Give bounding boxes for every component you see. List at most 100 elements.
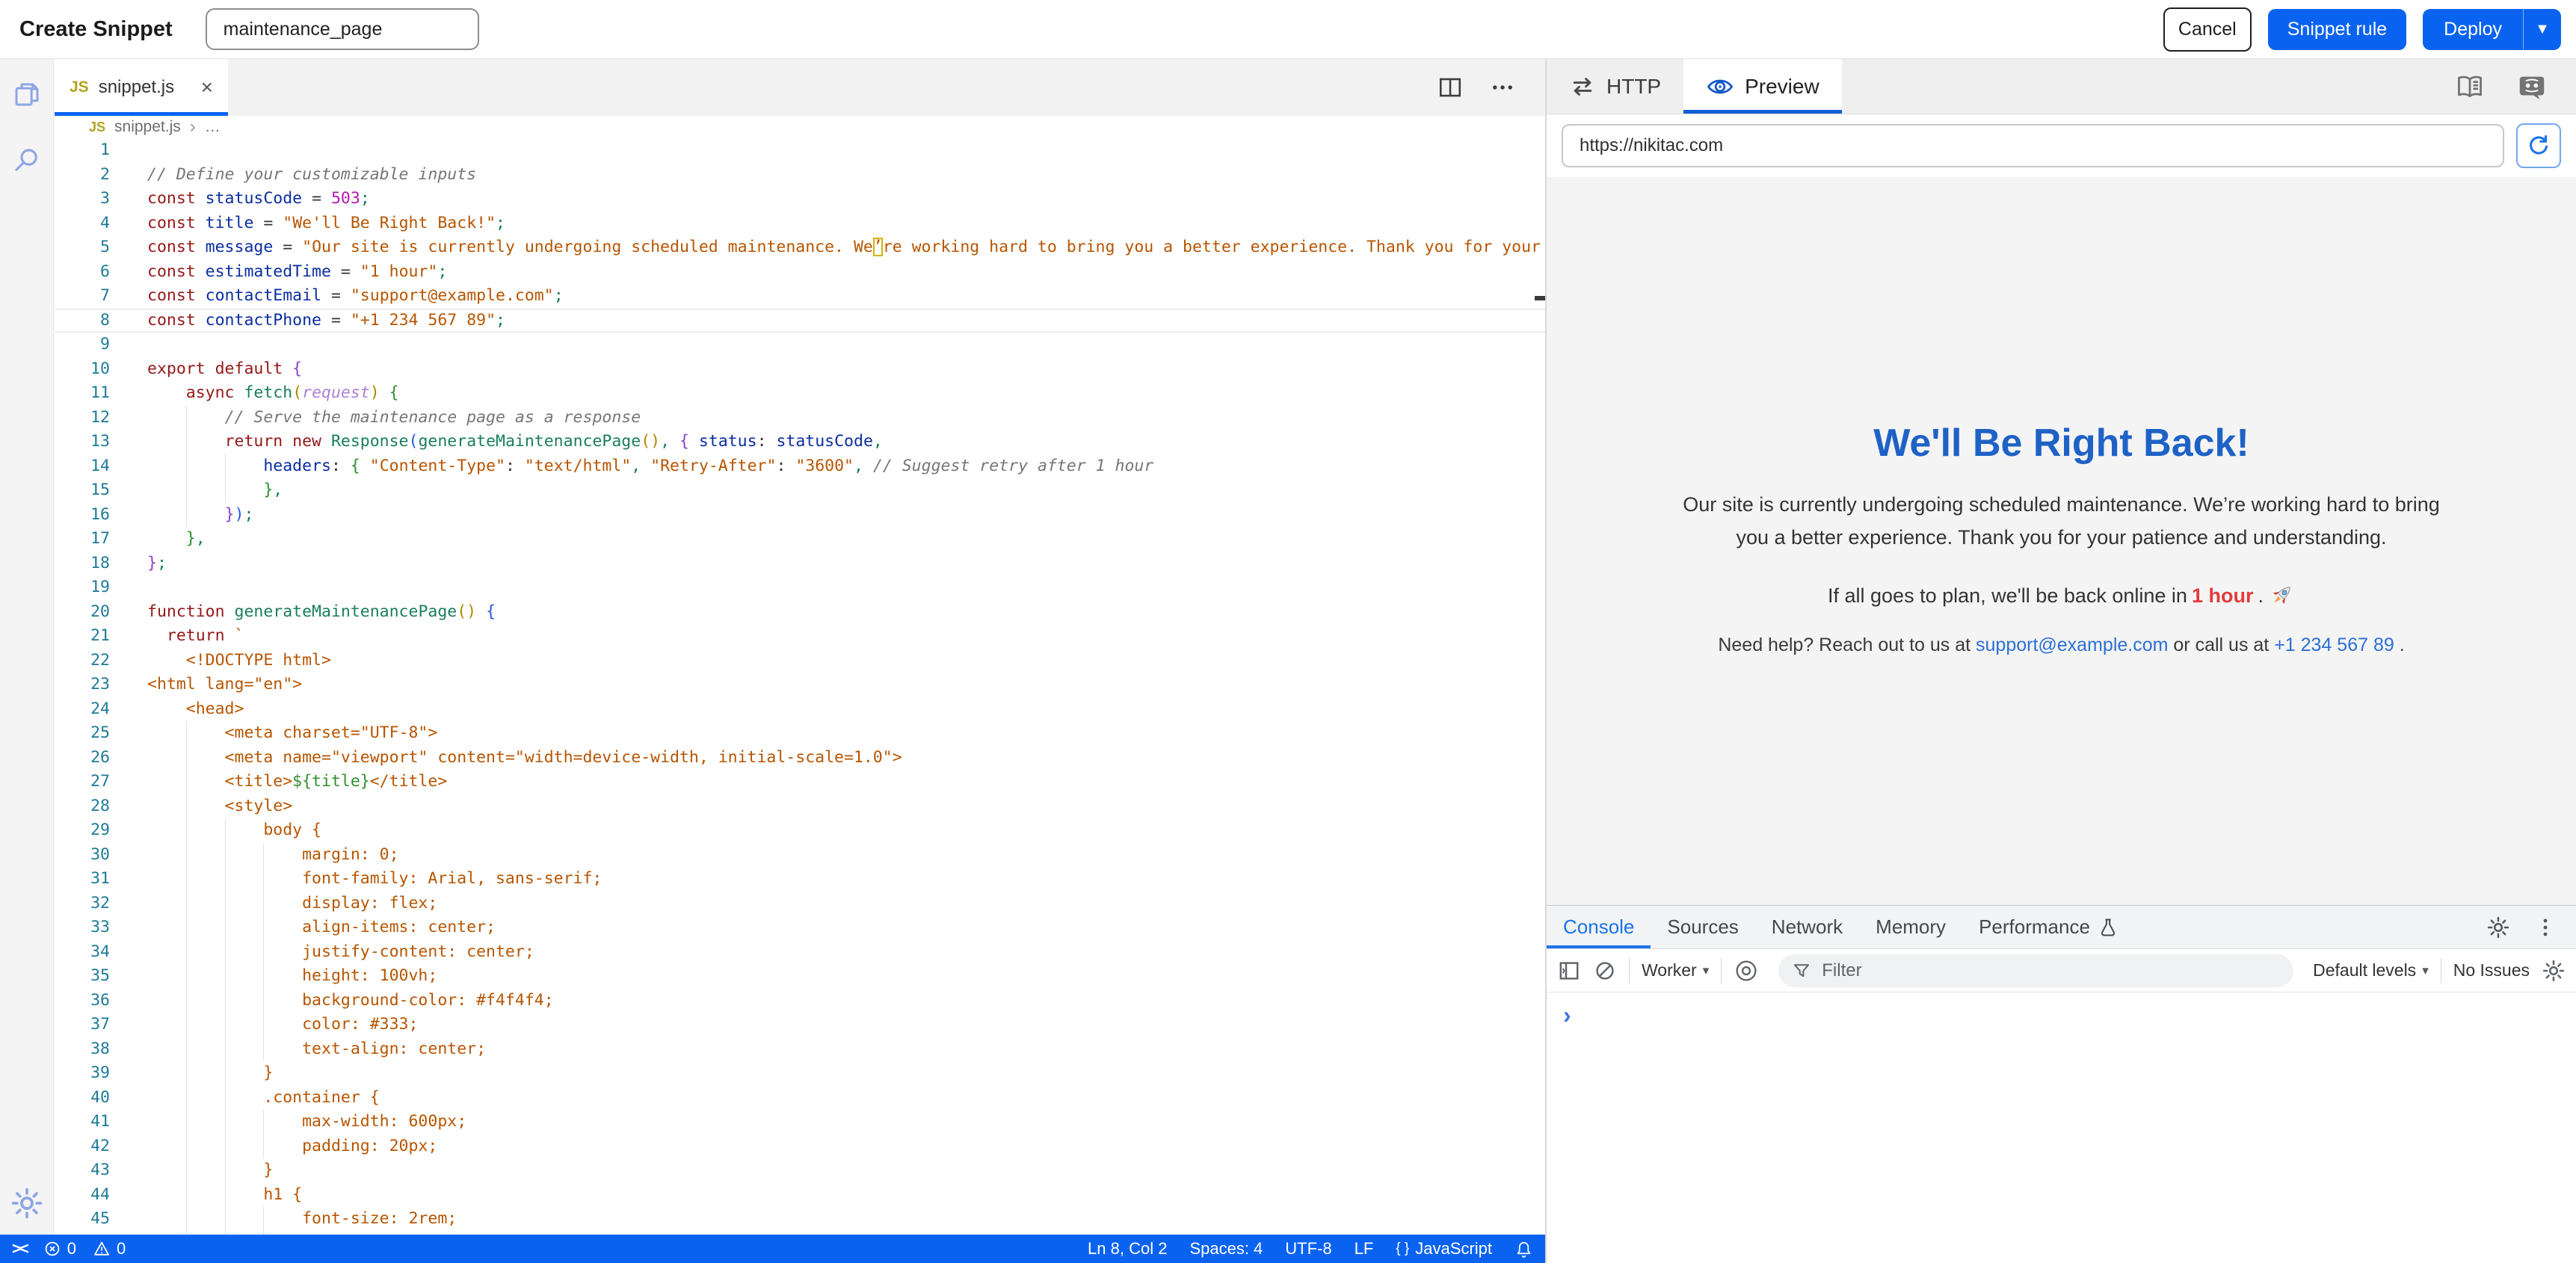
search-icon[interactable] — [11, 144, 43, 176]
deploy-dropdown-caret[interactable]: ▼ — [2523, 9, 2561, 50]
code-line[interactable]: 26 <meta name="viewport" content="width=… — [55, 746, 1545, 771]
discord-icon[interactable] — [2516, 71, 2548, 102]
issues-counter[interactable]: No Issues — [2453, 960, 2530, 981]
code-line[interactable]: 45 font-size: 2rem; — [55, 1207, 1545, 1232]
phone-link[interactable]: +1 234 567 89 — [2274, 634, 2394, 655]
code-line[interactable]: 11 async fetch(request) { — [55, 381, 1545, 406]
code-line[interactable]: 33 align-items: center; — [55, 915, 1545, 940]
devtools-settings-gear-icon[interactable] — [2486, 915, 2510, 939]
split-editor-icon[interactable] — [1438, 75, 1463, 100]
code-line[interactable]: 40 .container { — [55, 1086, 1545, 1111]
deploy-button[interactable]: Deploy — [2423, 19, 2523, 40]
clear-console-icon[interactable] — [1593, 959, 1617, 983]
cursor-position[interactable]: Ln 8, Col 2 — [1088, 1239, 1167, 1259]
code-line[interactable]: 38 text-align: center; — [55, 1037, 1545, 1062]
code-line[interactable]: 8const contactPhone = "+1 234 567 89"; — [55, 309, 1545, 333]
docs-book-icon[interactable] — [2455, 72, 2485, 102]
code-line[interactable]: 20function generateMaintenancePage() { — [55, 600, 1545, 625]
code-line[interactable]: 39 } — [55, 1061, 1545, 1086]
code-line[interactable]: 43 } — [55, 1158, 1545, 1183]
warnings-indicator[interactable]: 0 — [93, 1239, 126, 1259]
eol-setting[interactable]: LF — [1355, 1239, 1374, 1259]
log-levels-label: Default levels — [2313, 960, 2416, 981]
code-line[interactable]: 30 margin: 0; — [55, 843, 1545, 868]
tab-network[interactable]: Network — [1755, 906, 1859, 948]
code-line[interactable]: 10export default { — [55, 357, 1545, 382]
code-line[interactable]: 36 background-color: #f4f4f4; — [55, 989, 1545, 1013]
remote-connection-icon[interactable]: >< — [12, 1239, 27, 1259]
code-line[interactable]: 4const title = "We'll Be Right Back!"; — [55, 211, 1545, 236]
tab-sources[interactable]: Sources — [1651, 906, 1754, 948]
cancel-button[interactable]: Cancel — [2163, 7, 2252, 52]
code-line[interactable]: 29 body { — [55, 818, 1545, 843]
snippet-name-input[interactable] — [206, 8, 479, 50]
code-line[interactable]: 9 — [55, 333, 1545, 357]
code-line[interactable]: 35 height: 100vh; — [55, 964, 1545, 989]
code-line[interactable]: 28 <style> — [55, 794, 1545, 819]
code-line[interactable]: 34 justify-content: center; — [55, 940, 1545, 965]
code-line[interactable]: 7const contactEmail = "support@example.c… — [55, 284, 1545, 309]
breadcrumb-file[interactable]: snippet.js — [114, 118, 181, 136]
refresh-button[interactable] — [2516, 123, 2561, 168]
close-tab-icon[interactable]: × — [201, 77, 213, 98]
breadcrumb-more[interactable]: … — [205, 118, 221, 136]
code-line[interactable]: 19 — [55, 575, 1545, 600]
tab-preview[interactable]: Preview — [1683, 59, 1842, 114]
filter-input[interactable] — [1820, 960, 2280, 982]
console-prompt-chevron[interactable]: › — [1563, 1001, 1571, 1028]
kebab-menu-icon[interactable] — [2534, 916, 2557, 939]
code-line[interactable]: 21 return ` — [55, 624, 1545, 649]
code-line[interactable]: 5const message = "Our site is currently … — [55, 235, 1545, 260]
code-line[interactable]: 37 color: #333; — [55, 1013, 1545, 1037]
live-expression-eye-icon[interactable] — [1734, 958, 1759, 983]
console-context-dropdown[interactable]: Worker ▾ — [1642, 960, 1709, 981]
log-levels-dropdown[interactable]: Default levels ▾ — [2313, 960, 2429, 981]
encoding-setting[interactable]: UTF-8 — [1285, 1239, 1331, 1259]
code-line[interactable]: 31 font-family: Arial, sans-serif; — [55, 867, 1545, 892]
code-line[interactable]: 14 headers: { "Content-Type": "text/html… — [55, 454, 1545, 479]
code-line[interactable]: 15 }, — [55, 478, 1545, 503]
code-line[interactable]: 44 h1 { — [55, 1183, 1545, 1208]
indentation-setting[interactable]: Spaces: 4 — [1189, 1239, 1263, 1259]
preview-url-input[interactable] — [1562, 124, 2504, 167]
code-line[interactable]: 3const statusCode = 503; — [55, 187, 1545, 211]
line-number: 45 — [55, 1207, 110, 1232]
code-line[interactable]: 22 <!DOCTYPE html> — [55, 649, 1545, 673]
deploy-split-button[interactable]: Deploy ▼ — [2423, 9, 2561, 50]
code-lines[interactable]: 12// Define your customizable inputs3con… — [55, 138, 1545, 1235]
code-line[interactable]: 13 return new Response(generateMaintenan… — [55, 430, 1545, 454]
code-line[interactable]: 27 <title>${title}</title> — [55, 770, 1545, 794]
line-number: 42 — [55, 1134, 110, 1159]
tab-performance[interactable]: Performance — [1962, 906, 2135, 948]
code-line[interactable]: 18}; — [55, 552, 1545, 576]
code-line[interactable]: 42 padding: 20px; — [55, 1134, 1545, 1159]
more-actions-icon[interactable] — [1490, 75, 1515, 100]
code-line[interactable]: 23<html lang="en"> — [55, 673, 1545, 697]
code-line[interactable]: 1 — [55, 138, 1545, 163]
breadcrumb[interactable]: JS snippet.js › … — [55, 116, 1545, 138]
console-filter[interactable] — [1778, 954, 2293, 987]
console-sidebar-toggle-icon[interactable] — [1557, 959, 1581, 983]
files-icon[interactable] — [11, 78, 43, 110]
tab-http[interactable]: HTTP — [1547, 59, 1683, 114]
console-output[interactable]: › — [1547, 992, 2576, 1263]
code-line[interactable]: 12 // Serve the maintenance page as a re… — [55, 406, 1545, 430]
code-line[interactable]: 25 <meta charset="UTF-8"> — [55, 721, 1545, 746]
settings-gear-icon[interactable] — [10, 1187, 43, 1220]
code-line[interactable]: 32 display: flex; — [55, 892, 1545, 916]
language-mode[interactable]: { } JavaScript — [1396, 1239, 1492, 1259]
code-line[interactable]: 2// Define your customizable inputs — [55, 163, 1545, 188]
code-line[interactable]: 16 }); — [55, 503, 1545, 528]
errors-indicator[interactable]: 0 — [43, 1239, 76, 1259]
snippet-rule-button[interactable]: Snippet rule — [2268, 9, 2406, 50]
tab-memory[interactable]: Memory — [1859, 906, 1962, 948]
support-email-link[interactable]: support@example.com — [1976, 634, 2168, 655]
code-line[interactable]: 6const estimatedTime = "1 hour"; — [55, 260, 1545, 285]
tab-console[interactable]: Console — [1547, 906, 1651, 948]
console-settings-gear-icon[interactable] — [2542, 959, 2566, 983]
tab-snippet-js[interactable]: JS snippet.js × — [55, 59, 228, 116]
notifications-bell-icon[interactable] — [1515, 1240, 1533, 1259]
code-line[interactable]: 41 max-width: 600px; — [55, 1110, 1545, 1134]
code-line[interactable]: 24 <head> — [55, 697, 1545, 722]
code-line[interactable]: 17 }, — [55, 527, 1545, 552]
